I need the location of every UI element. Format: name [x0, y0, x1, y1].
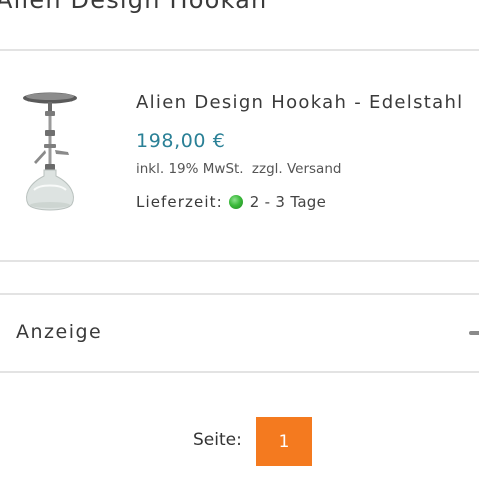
product-title[interactable]: Alien Design Hookah - Edelstahl — [136, 92, 463, 113]
tax-note: inkl. 19% MwSt. — [136, 161, 244, 177]
delivery-label: Lieferzeit: — [136, 193, 223, 211]
divider — [0, 371, 479, 373]
page-button-1[interactable]: 1 — [256, 417, 312, 466]
divider — [0, 49, 479, 51]
page-title: Alien Design Hookah — [0, 0, 268, 14]
divider — [0, 260, 479, 262]
hookah-icon[interactable] — [14, 86, 86, 218]
pagination-label: Seite: — [193, 430, 242, 450]
shipping-link[interactable]: zzgl. Versand — [252, 161, 342, 177]
delivery-info: Lieferzeit: 2 - 3 Tage — [136, 193, 326, 211]
tax-info: inkl. 19% MwSt. zzgl. Versand — [136, 161, 341, 177]
collapse-icon[interactable] — [469, 331, 479, 335]
delivery-time: 2 - 3 Tage — [249, 193, 327, 211]
filter-label[interactable]: Anzeige — [16, 321, 102, 343]
divider — [0, 293, 479, 295]
product-price: 198,00 € — [136, 130, 226, 152]
availability-dot-icon — [228, 195, 243, 209]
